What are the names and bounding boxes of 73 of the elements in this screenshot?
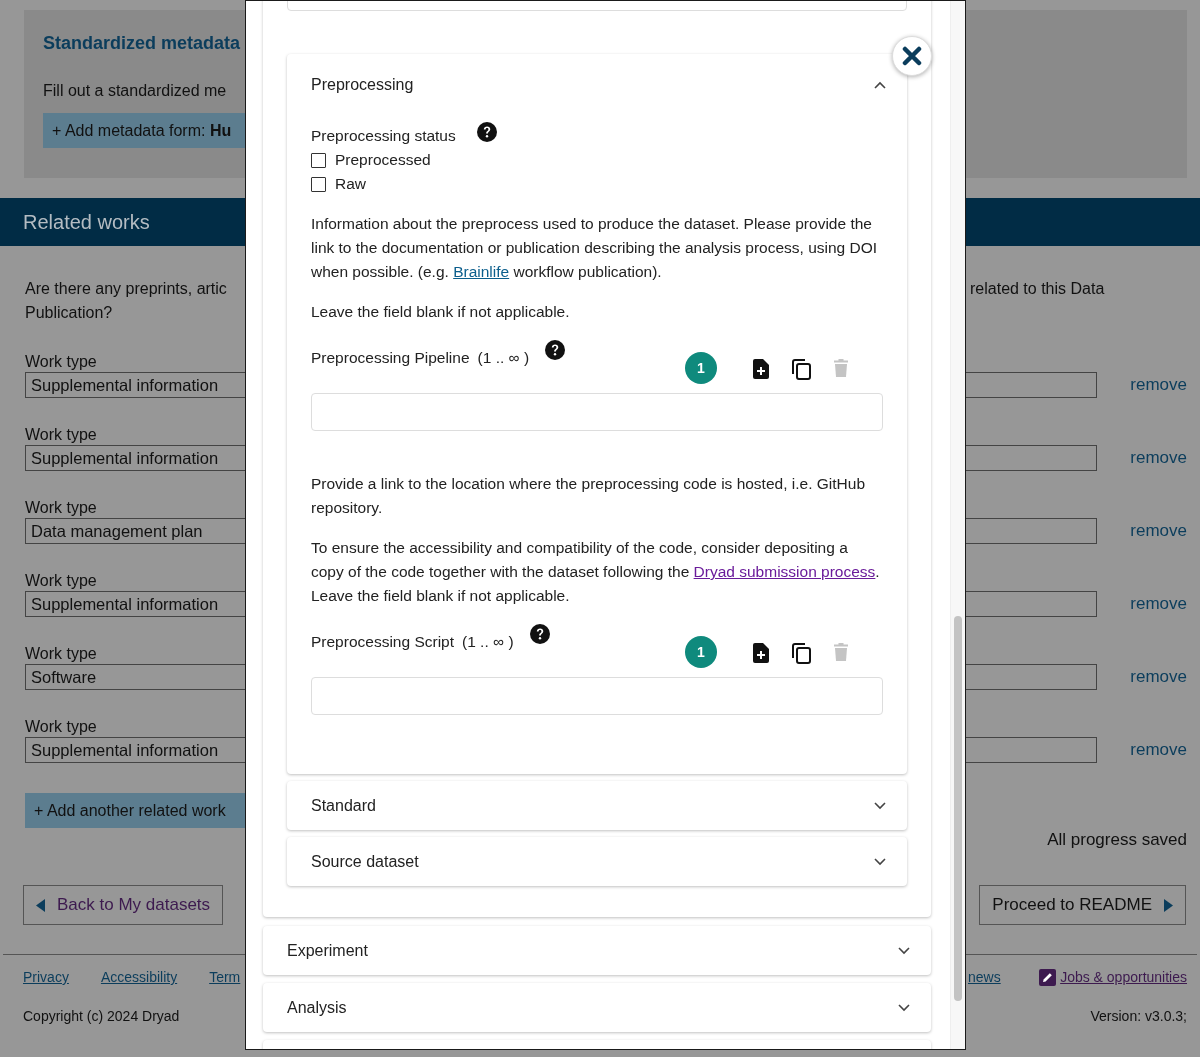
- file-plus-icon[interactable]: [753, 359, 769, 379]
- field-label: Work type: [25, 498, 97, 518]
- save-status: All progress saved: [1047, 830, 1187, 849]
- footer-link[interactable]: news: [968, 968, 1001, 986]
- checkbox[interactable]: [311, 152, 326, 168]
- help-icon: [477, 122, 497, 142]
- panel-title: Experiment: [287, 941, 368, 960]
- chevron-down-icon: [874, 857, 886, 866]
- back-button[interactable]: Back to My datasets: [23, 885, 224, 925]
- cardinality-text: (1 .. ∞ ): [477, 348, 530, 368]
- field-label: Preprocessing Pipeline: [311, 348, 470, 368]
- add-work-button[interactable]: + Add another related work: [25, 793, 245, 828]
- field-label: Work type: [25, 571, 97, 591]
- chevron-down-icon: [898, 946, 910, 955]
- remove-link[interactable]: remove: [1130, 667, 1187, 687]
- proceed-button[interactable]: Proceed to README: [979, 885, 1186, 925]
- panel-title: Preprocessing: [311, 76, 414, 94]
- remove-link[interactable]: remove: [1130, 375, 1187, 395]
- version-text: Version: v3.0.3;: [1090, 1008, 1187, 1024]
- field-label: Work type: [25, 644, 97, 664]
- footer-link[interactable]: Accessibility: [100, 968, 178, 986]
- remove-link[interactable]: remove: [1130, 521, 1187, 541]
- caret-left-icon: [36, 898, 45, 912]
- add-metadata-button[interactable]: + Add metadata form: Hu: [43, 113, 245, 148]
- footer-link[interactable]: Jobs & opportunities: [1060, 968, 1187, 986]
- panel-header[interactable]: Standard: [287, 781, 907, 830]
- file-plus-icon[interactable]: [753, 643, 769, 663]
- pencil-icon: [1039, 968, 1057, 986]
- footer-link[interactable]: Term: [209, 968, 241, 986]
- field-label: Work type: [25, 717, 97, 737]
- copyright-text: Copyright (c) 2024 Dryad: [23, 1008, 180, 1024]
- copy-icon[interactable]: [791, 643, 811, 664]
- count-badge: 1: [685, 352, 717, 384]
- panel-title: Standard: [311, 796, 376, 815]
- description-text: Fill out a standardized me: [43, 81, 227, 101]
- chevron-up-icon: [874, 81, 886, 89]
- input-field[interactable]: [311, 677, 883, 715]
- field-label: Work type: [25, 352, 97, 372]
- remove-link[interactable]: remove: [1130, 740, 1187, 760]
- help-icon: [529, 624, 550, 644]
- paragraph-text: Provide a link to the location where the preprocessing code is hosted, i.e. GitHub repository.: [311, 474, 866, 518]
- checkbox-label: Preprocessed: [335, 150, 431, 170]
- help-icon: [545, 340, 566, 360]
- copy-icon[interactable]: [791, 359, 811, 380]
- question-text: related to this Data: [969, 279, 1105, 299]
- question-text: Publication?: [25, 303, 113, 323]
- cardinality-text: (1 .. ∞ ): [462, 632, 514, 652]
- section-title: Standardized metadata: [43, 32, 241, 55]
- panel-title: Analysis: [287, 998, 347, 1017]
- panel-title: Source dataset: [311, 852, 419, 871]
- caret-right-icon: [1164, 898, 1173, 912]
- panel-header[interactable]: Experiment: [263, 926, 931, 975]
- field-label: Work type: [25, 425, 97, 445]
- count-badge: 1: [685, 636, 717, 668]
- remove-link[interactable]: remove: [1130, 594, 1187, 614]
- footer-link[interactable]: Privacy: [23, 968, 69, 986]
- paragraph-text: Leave the field blank if not applicable.: [311, 302, 571, 322]
- checkbox-label: Raw: [335, 174, 366, 194]
- group-label: Preprocessing status: [311, 126, 456, 146]
- remove-link[interactable]: remove: [1130, 448, 1187, 468]
- checkbox[interactable]: [311, 176, 326, 192]
- question-text: Are there any preprints, artic: [25, 279, 227, 299]
- paragraph-text: To ensure the accessibility and compatibility of the code, consider depositing a copy of the code together with the dataset following the Dryad submission process. Leave the field blank if not applicable.: [311, 538, 881, 606]
- chevron-down-icon: [874, 801, 886, 810]
- panel-header[interactable]: Analysis: [263, 983, 931, 1032]
- text-link[interactable]: Brainlife: [453, 263, 510, 280]
- close-icon: [902, 46, 922, 66]
- scrollbar[interactable]: [954, 616, 962, 1001]
- field-label: Preprocessing Script: [311, 632, 454, 652]
- panel-header[interactable]: Preprocessing: [287, 54, 907, 116]
- chevron-down-icon: [898, 1003, 910, 1012]
- panel-header[interactable]: Source dataset: [287, 837, 907, 886]
- input-field[interactable]: [311, 393, 883, 431]
